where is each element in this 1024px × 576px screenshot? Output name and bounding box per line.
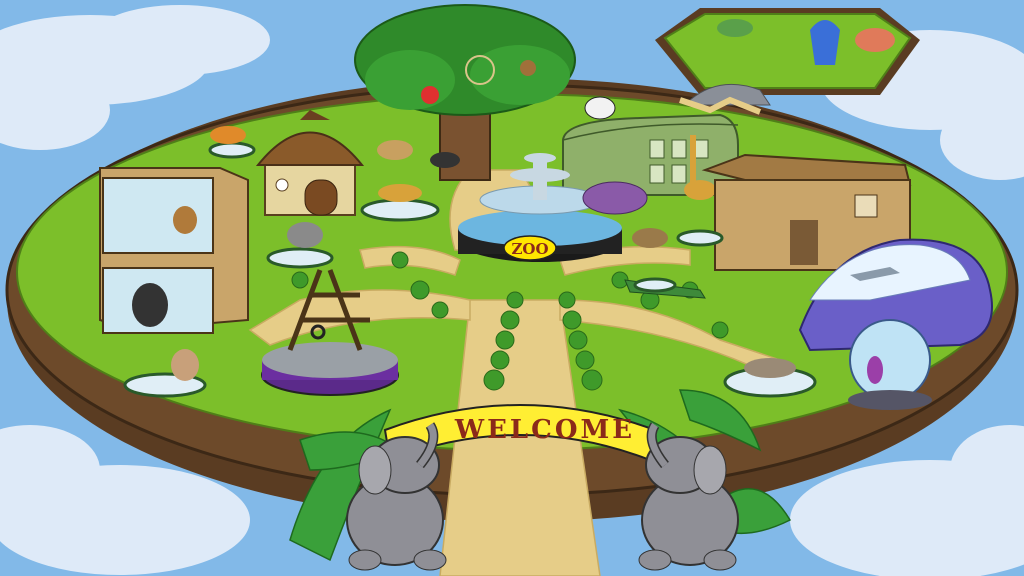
orangutan-icon <box>173 206 197 234</box>
dinosaur-icon <box>810 20 840 65</box>
hippo <box>582 181 648 215</box>
stegosaurus-icon <box>717 19 753 37</box>
fountain-sign-label: ZOO <box>511 240 548 258</box>
gorilla-icon <box>132 283 168 327</box>
triceratops-icon <box>855 28 895 52</box>
zoo-map-scene: ZOO WELCOME <box>0 0 1024 576</box>
owl-icon <box>520 60 536 76</box>
parrot-icon <box>421 86 439 104</box>
reptile-house[interactable] <box>562 113 739 196</box>
primate-house[interactable] <box>99 167 249 334</box>
welcome-sign-label: WELCOME <box>454 415 635 445</box>
squid-icon <box>867 356 883 384</box>
